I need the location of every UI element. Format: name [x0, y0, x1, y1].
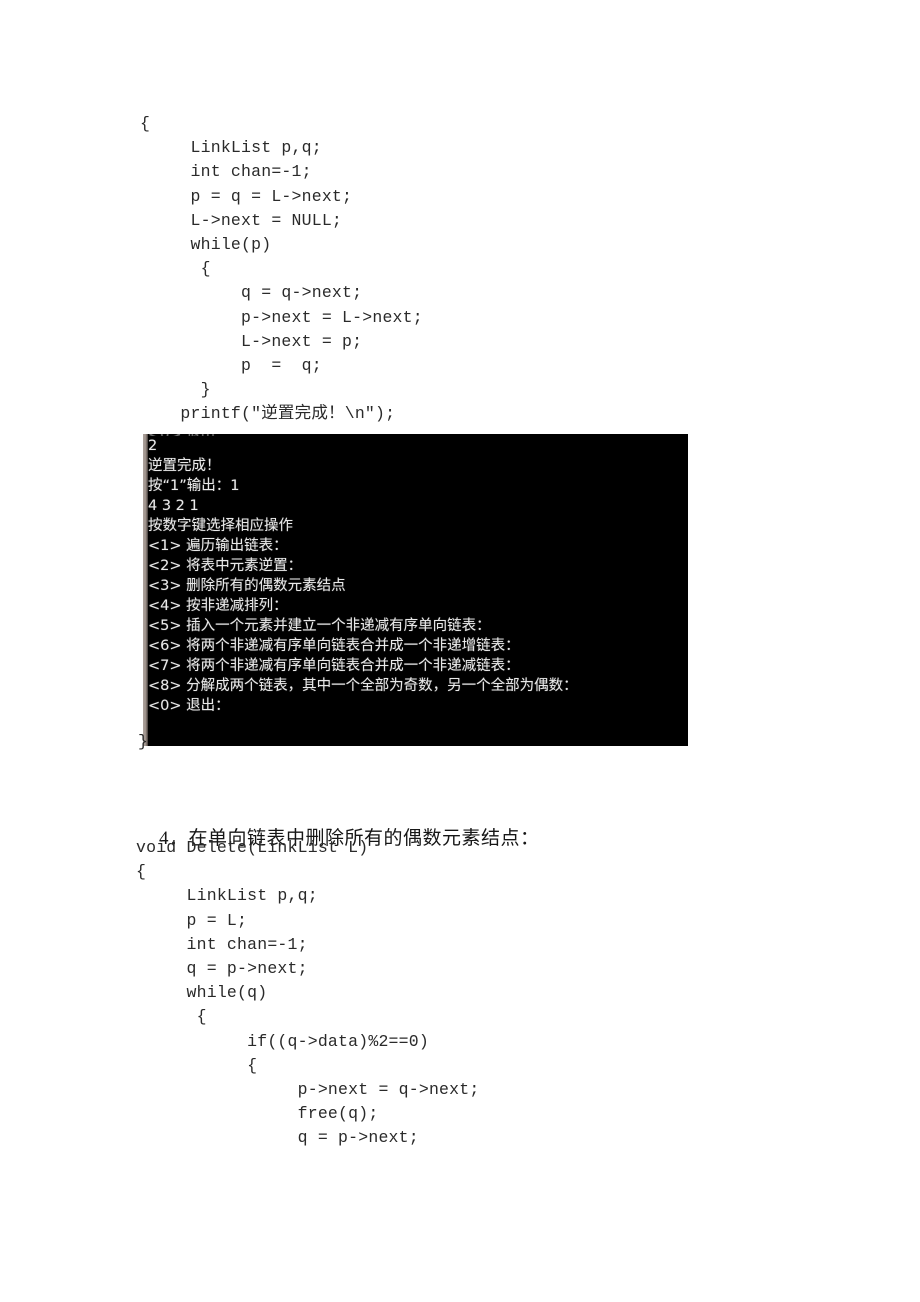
console-line: <2> 将表中元素逆置：	[148, 558, 303, 574]
console-output-text: <0> 退出： 2 逆置完成！ 按“1”输出：1 4 3 2 1 按数字键选择相应操作 <1…	[148, 434, 688, 746]
code-line: while(q)	[136, 983, 268, 1003]
console-line: <7> 将两个非递减有序单向链表合并成一个非递减链表：	[148, 658, 520, 674]
console-line: <4> 按非递减排列：	[148, 598, 288, 614]
code-line: q = p->next;	[136, 958, 308, 978]
console-line: 2	[148, 438, 158, 454]
code-line: void Delete(LinkList L)	[136, 838, 369, 857]
console-line: 4 3 2 1	[148, 498, 199, 514]
code-line: {	[136, 1007, 207, 1027]
code-line: }	[140, 380, 211, 400]
code-block-reverse-function: { LinkList p,q; int chan=-1; p = q = L->…	[140, 112, 423, 426]
console-line: <1> 遍历输出链表：	[148, 538, 288, 554]
code-line: {	[136, 1055, 258, 1075]
code-line: q = q->next;	[140, 283, 363, 303]
code-line: LinkList p,q;	[140, 138, 322, 158]
console-line: 按“1”输出：1	[148, 478, 240, 494]
console-line: <6> 将两个非递减有序单向链表合并成一个非递增链表：	[148, 638, 520, 654]
code-line: {	[136, 862, 147, 882]
document-page: { LinkList p,q; int chan=-1; p = q = L->…	[0, 0, 920, 1302]
code-line: {	[140, 259, 211, 279]
code-line: if((q->data)%2==0)	[136, 1031, 429, 1051]
code-line: LinkList p,q;	[136, 886, 318, 906]
code-line: L->next = p;	[140, 331, 363, 351]
console-line: <0> 退出：	[148, 698, 230, 714]
console-line: 按数字键选择相应操作	[148, 518, 293, 534]
console-line: 逆置完成！	[148, 458, 221, 474]
console-line: <3> 删除所有的偶数元素结点	[148, 578, 346, 594]
code-line: p = L;	[136, 910, 248, 930]
code-line: p = q;	[140, 355, 322, 375]
code-line: int chan=-1;	[136, 934, 308, 954]
console-line: <8> 分解成两个链表，其中一个全部为奇数，另一个全部为偶数：	[148, 678, 578, 694]
code-line: p->next = q->next;	[136, 1079, 480, 1099]
closing-brace-reverse-function: }	[138, 732, 148, 751]
code-line: q = p->next;	[136, 1128, 419, 1148]
code-line: p->next = L->next;	[140, 307, 423, 327]
code-line: while(p)	[140, 234, 272, 254]
console-line: <5> 插入一个元素并建立一个非递减有序单向链表：	[148, 618, 491, 634]
code-block-delete-function: void Delete(LinkList L) { LinkList p,q; p…	[136, 836, 479, 1150]
code-line: L->next = NULL;	[140, 210, 343, 230]
code-line: free(q);	[136, 1104, 379, 1124]
code-line: printf("逆置完成！\n");	[140, 404, 396, 424]
code-line: int chan=-1;	[140, 162, 312, 182]
code-line: p = q = L->next;	[140, 186, 353, 206]
code-line: {	[140, 114, 151, 133]
console-screenshot: <0> 退出： 2 逆置完成！ 按“1”输出：1 4 3 2 1 按数字键选择相应操作 <1…	[143, 434, 688, 746]
